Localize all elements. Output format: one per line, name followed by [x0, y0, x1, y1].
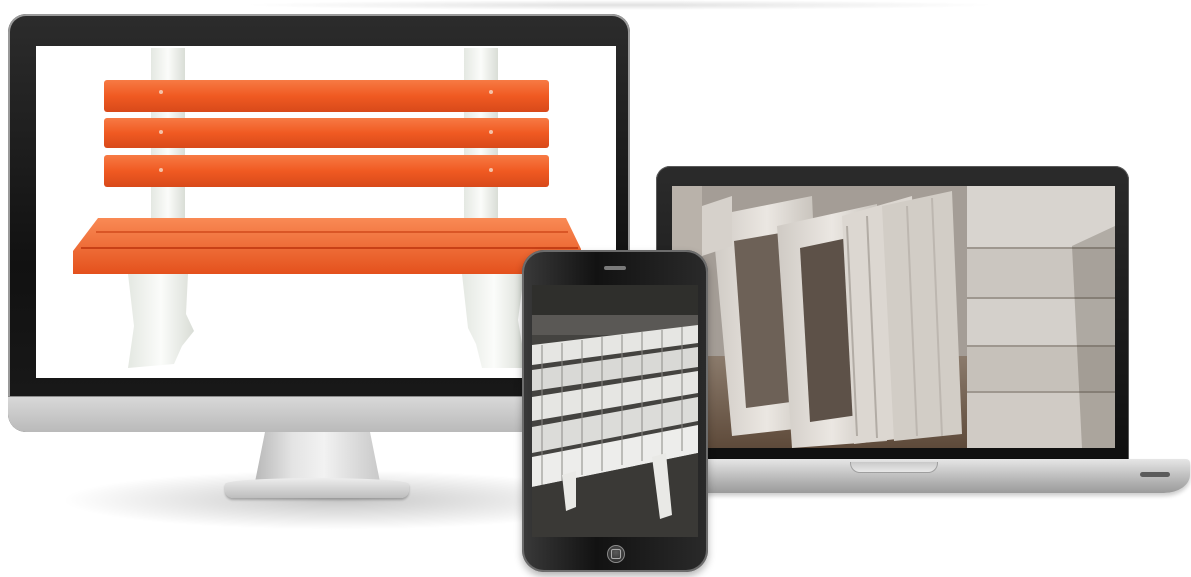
bench-back-slat [104, 118, 549, 148]
laptop-trackpad-notch [850, 462, 938, 473]
bench-seat [73, 218, 581, 274]
concrete-block-stack [967, 186, 1115, 448]
bench-leg-right [462, 274, 526, 368]
bench-back-slat [104, 155, 549, 187]
tablet-speaker [604, 266, 626, 270]
concrete-products-image [532, 285, 698, 537]
monitor-stand-neck [255, 432, 380, 482]
ambient-shadow [240, 0, 1000, 10]
laptop-port [1140, 472, 1170, 477]
monitor-stand-base [225, 478, 409, 498]
bench-leg-left [128, 274, 194, 368]
tablet-screen [532, 285, 698, 537]
concrete-frames-image [672, 186, 1115, 448]
laptop-screen [672, 186, 1115, 448]
bench-back-slat [104, 80, 549, 112]
home-button-glyph [611, 549, 621, 559]
